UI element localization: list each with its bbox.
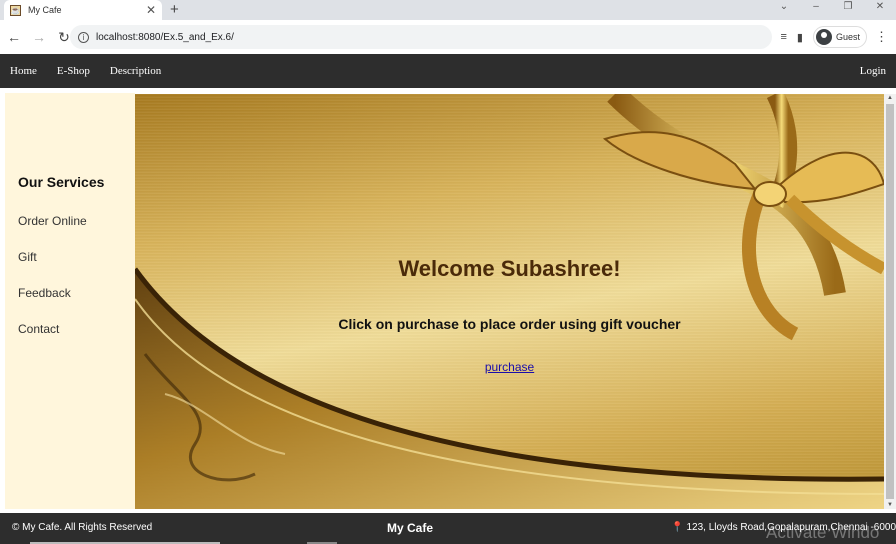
- scroll-up-icon[interactable]: ▲: [887, 95, 893, 101]
- activate-windows-watermark: Activate Windo: [766, 523, 880, 542]
- page-content: Our Services Order Online Gift Feedback …: [0, 88, 896, 513]
- reading-list-icon[interactable]: ≡: [781, 31, 787, 43]
- site-info-icon[interactable]: i: [78, 31, 89, 43]
- sidebar-link-order-online[interactable]: Order Online: [18, 214, 87, 228]
- restore-icon[interactable]: ❐: [832, 0, 864, 20]
- avatar-icon: [815, 29, 832, 45]
- profile-label: Guest: [835, 32, 860, 42]
- sidebar-link-contact[interactable]: Contact: [18, 322, 59, 336]
- address-bar[interactable]: i localhost:8080/Ex.5_and_Ex.6/: [70, 25, 772, 49]
- url-text: localhost:8080/Ex.5_and_Ex.6/: [96, 31, 234, 43]
- browser-toolbar: ← → ↻ i localhost:8080/Ex.5_and_Ex.6/ ≡ …: [0, 20, 896, 54]
- tab-close-icon[interactable]: ✕: [146, 3, 156, 17]
- scroll-down-icon[interactable]: ▼: [887, 502, 893, 508]
- browser-tab[interactable]: ☕ My Cafe ✕: [4, 0, 162, 20]
- new-tab-button[interactable]: +: [170, 1, 179, 18]
- close-window-icon[interactable]: ✕: [864, 0, 896, 20]
- minimize-icon[interactable]: –: [800, 0, 832, 20]
- browser-tab-strip: ☕ My Cafe ✕ + ⌄ – ❐ ✕: [0, 0, 896, 20]
- tab-search-icon[interactable]: ⌄: [768, 0, 800, 20]
- nav-eshop[interactable]: E-Shop: [57, 65, 90, 77]
- welcome-heading: Welcome Subashree!: [398, 256, 621, 281]
- toolbar-actions: ≡ ▮ Guest ⋮: [781, 20, 896, 54]
- side-panel-icon[interactable]: ▮: [797, 31, 803, 44]
- site-navbar: Home E-Shop Description Login: [0, 54, 896, 88]
- footer-copyright: © My Cafe. All Rights Reserved: [12, 522, 153, 533]
- nav-description[interactable]: Description: [110, 65, 161, 77]
- scroll-thumb[interactable]: [886, 104, 894, 499]
- gift-hero-banner: Welcome Subashree! Click on purchase to …: [135, 94, 884, 509]
- location-pin-icon: 📍: [671, 522, 684, 533]
- nav-home[interactable]: Home: [10, 65, 37, 77]
- voucher-instruction: Click on purchase to place order using g…: [338, 316, 681, 332]
- sidebar-link-gift[interactable]: Gift: [18, 250, 37, 264]
- purchase-link[interactable]: purchase: [485, 360, 534, 374]
- tab-title: My Cafe: [28, 5, 62, 15]
- profile-button[interactable]: Guest: [812, 26, 867, 48]
- footer-brand: My Cafe: [387, 521, 434, 535]
- back-arrow-icon[interactable]: ←: [3, 29, 25, 45]
- services-sidebar: Our Services Order Online Gift Feedback …: [5, 93, 135, 509]
- nav-login[interactable]: Login: [860, 65, 886, 77]
- gold-ribbon-illustration: [135, 94, 884, 509]
- window-controls: ⌄ – ❐ ✕: [768, 0, 896, 20]
- forward-arrow-icon[interactable]: →: [28, 29, 50, 45]
- page-scrollbar[interactable]: ▲ ▼: [884, 94, 896, 509]
- sidebar-link-feedback[interactable]: Feedback: [18, 286, 71, 300]
- site-footer: © My Cafe. All Rights Reserved My Cafe 📍…: [0, 513, 896, 544]
- sidebar-heading: Our Services: [18, 174, 105, 190]
- favicon-icon: ☕: [10, 4, 21, 16]
- menu-kebab-icon[interactable]: ⋮: [875, 29, 888, 45]
